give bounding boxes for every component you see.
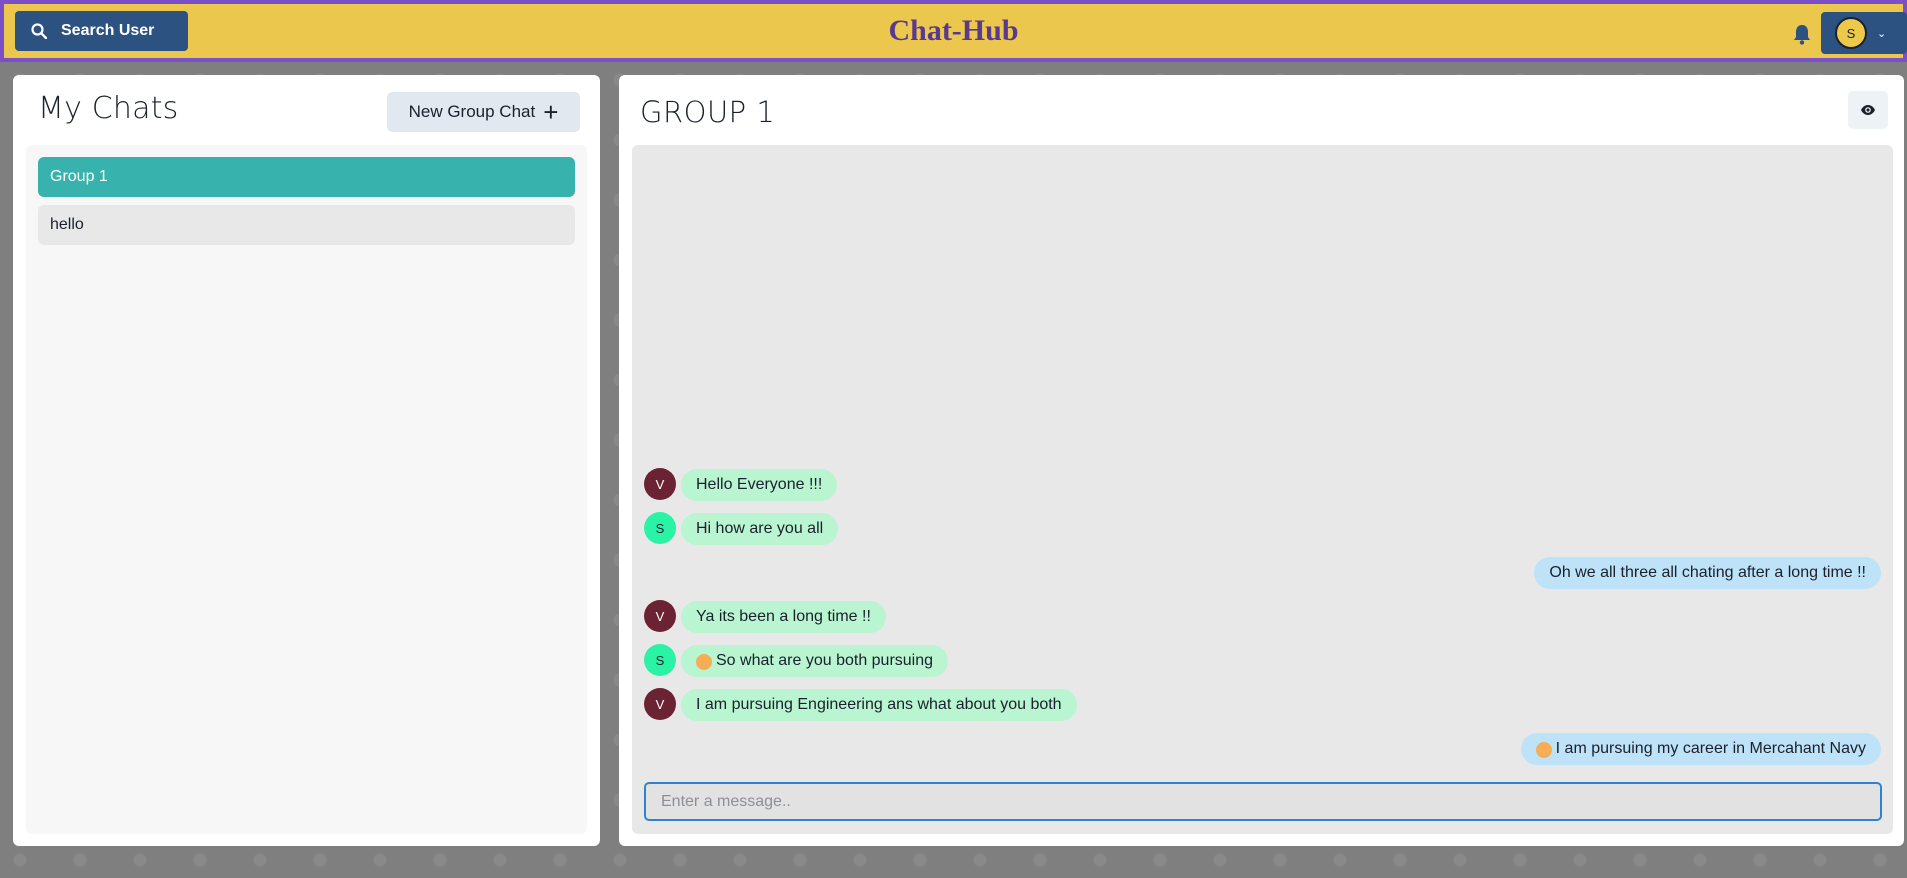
avatar: S: [1835, 17, 1867, 49]
chat-list-item[interactable]: hello: [38, 205, 575, 245]
message-bubble: Hi how are you all: [681, 513, 839, 545]
message-bubble: Ya its been a long time !!: [681, 601, 886, 633]
message-text: Hi how are you all: [696, 520, 824, 537]
chat-name: hello: [50, 216, 84, 233]
profile-menu-button[interactable]: S ⌄: [1821, 12, 1907, 54]
smile-emoji-icon: [696, 654, 712, 670]
sender-avatar[interactable]: S: [644, 512, 676, 544]
message-row: S So what are you both pursuing: [632, 644, 1893, 679]
message-bubble: I am pursuing my career in Mercahant Nav…: [1520, 733, 1881, 765]
message-text: Hello Everyone !!!: [696, 476, 823, 493]
new-group-chat-label: New Group Chat: [408, 102, 536, 121]
message-text: I am pursuing Engineering ans what about…: [696, 696, 1062, 713]
message-bubble: Oh we all three all chating after a long…: [1534, 557, 1881, 589]
message-row: I am pursuing my career in Mercahant Nav…: [632, 733, 1893, 767]
message-row: Oh we all three all chating after a long…: [632, 557, 1893, 591]
message-row: V I am pursuing Engineering ans what abo…: [632, 688, 1893, 723]
eye-icon: [1861, 105, 1875, 115]
chevron-down-icon: ⌄: [1877, 27, 1887, 40]
message-bubble: Hello Everyone !!!: [681, 469, 838, 501]
plus-icon: +: [543, 97, 559, 127]
message-area: V Hello Everyone !!! S Hi how are you al…: [632, 145, 1893, 834]
message-row: S Hi how are you all: [632, 512, 1893, 547]
message-text: I am pursuing my career in Mercahant Nav…: [1555, 740, 1866, 757]
chat-list: Group 1 hello: [26, 145, 587, 834]
top-header: Search User Chat-Hub S ⌄: [0, 0, 1907, 62]
message-text: So what are you both pursuing: [716, 652, 934, 669]
message-row: V Hello Everyone !!!: [632, 468, 1893, 503]
view-group-button[interactable]: [1848, 91, 1888, 129]
message-row: V Ya its been a long time !!: [632, 600, 1893, 635]
message-bubble: So what are you both pursuing: [681, 645, 949, 677]
my-chats-panel: My Chats New Group Chat + Group 1 hello: [13, 75, 600, 846]
chat-list-item[interactable]: Group 1: [38, 157, 575, 197]
message-input[interactable]: [644, 782, 1882, 821]
message-bubble: I am pursuing Engineering ans what about…: [681, 689, 1077, 721]
new-group-chat-button[interactable]: New Group Chat +: [387, 92, 580, 132]
sender-avatar[interactable]: S: [644, 644, 676, 676]
app-title: Chat-Hub: [888, 14, 1019, 47]
sender-avatar[interactable]: V: [644, 468, 676, 500]
bell-icon[interactable]: [1792, 23, 1812, 45]
smile-emoji-icon: [1535, 742, 1552, 758]
sender-avatar[interactable]: V: [644, 688, 676, 720]
conversation-title: GROUP 1: [640, 95, 776, 129]
message-text: Ya its been a long time !!: [696, 608, 871, 625]
message-text: Oh we all three all chating after a long…: [1549, 564, 1866, 581]
conversation-panel: GROUP 1 V Hello Everyone !!! S Hi how ar…: [619, 75, 1904, 846]
sender-avatar[interactable]: V: [644, 600, 676, 632]
chat-name: Group 1: [50, 168, 108, 185]
my-chats-title: My Chats: [38, 91, 179, 126]
